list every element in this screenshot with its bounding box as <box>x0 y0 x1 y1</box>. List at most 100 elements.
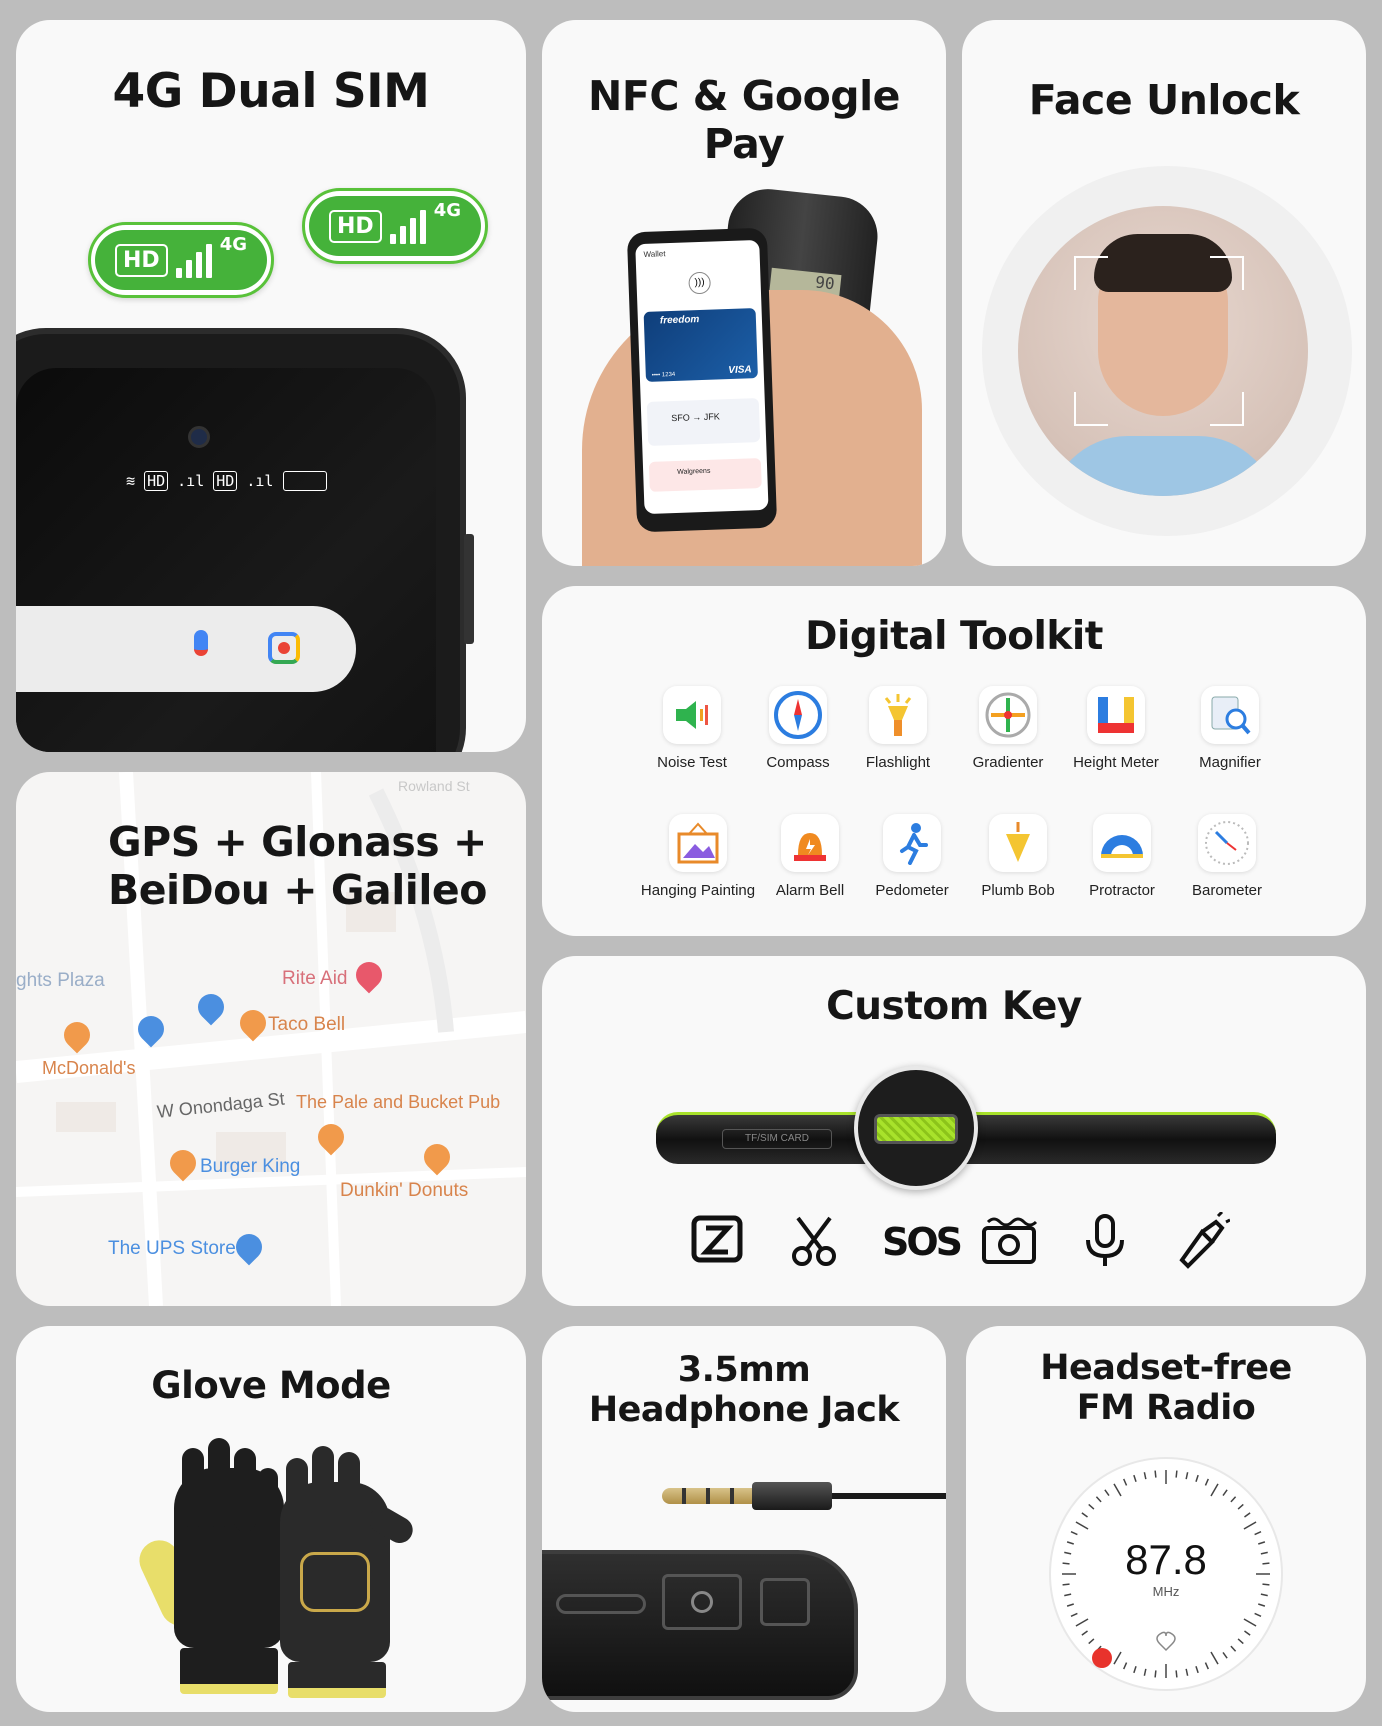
glove-title: Glove Mode <box>151 1364 391 1407</box>
card-headphone-jack: 3.5mm Headphone Jack <box>542 1326 946 1712</box>
dial-tick <box>1175 1470 1178 1478</box>
dial-tick <box>1154 1670 1157 1678</box>
map-label-taco-bell: Taco Bell <box>268 1014 346 1035</box>
map-label-heights: ghts Plaza <box>16 970 105 991</box>
toolkit-title: Digital Toolkit <box>805 614 1103 659</box>
face-photo <box>1018 206 1308 496</box>
side-button <box>464 534 474 644</box>
map-label-rowland: Rowland St <box>398 778 470 794</box>
custom-key-button[interactable] <box>874 1114 958 1144</box>
phone-bottom-image <box>542 1550 858 1700</box>
jack-title-line2: Headphone Jack <box>588 1390 900 1430</box>
camera-icon <box>980 1212 1040 1272</box>
jack-title-line1: 3.5mm <box>677 1350 811 1390</box>
radio-unit: MHz <box>1152 1584 1180 1599</box>
card-gps: GPS + Glonass + BeiDou + Galileo Rowland… <box>16 772 526 1306</box>
tool-label: Plumb Bob <box>981 882 1055 899</box>
glove-left-image <box>132 1438 290 1698</box>
tool-barometer[interactable]: Barometer <box>1167 814 1287 899</box>
tool-protractor[interactable]: Protractor <box>1062 814 1182 899</box>
flashlight-icon <box>1172 1210 1232 1272</box>
wallet-app-label: Wallet <box>643 249 666 259</box>
tool-label: Barometer <box>1191 882 1263 899</box>
card-nfc: NFC & Google Pay 90 Wallet ))) freedom •… <box>542 20 946 566</box>
z-app-icon <box>690 1212 750 1272</box>
tool-magnifier[interactable]: Magnifier <box>1170 686 1290 771</box>
plumb-icon <box>989 814 1047 872</box>
magnifier-icon <box>1201 686 1259 744</box>
speaker-icon <box>663 686 721 744</box>
level-icon <box>979 686 1037 744</box>
front-camera-icon <box>188 426 210 448</box>
card-face-unlock: Face Unlock <box>962 20 1366 566</box>
dual-sim-title: 4G Dual SIM <box>112 64 430 119</box>
store-name: Walgreens <box>677 467 711 476</box>
tool-label: Gradienter <box>972 754 1044 771</box>
tool-label: Magnifier <box>1199 754 1261 771</box>
tool-flashlight[interactable]: Flashlight <box>838 686 958 771</box>
gps-title-line2: BeiDou + Galileo <box>108 866 487 914</box>
headphone-jack-port <box>662 1574 742 1630</box>
tool-label: Pedometer <box>875 882 949 899</box>
usb-port <box>760 1578 810 1626</box>
map-label-pale: The Pale and Bucket Pub <box>296 1092 501 1112</box>
microphone-icon[interactable] <box>194 630 208 656</box>
tool-pedometer[interactable]: Pedometer <box>852 814 972 899</box>
custom-key-zoom <box>854 1066 978 1190</box>
walker-icon <box>883 814 941 872</box>
face-shirt <box>1048 436 1278 496</box>
tool-plumb-bob[interactable]: Plumb Bob <box>958 814 1078 899</box>
speaker-grille <box>556 1594 646 1614</box>
card-digital-toolkit: Digital Toolkit Noise Test Compass Flash… <box>542 586 1366 936</box>
scan-frame <box>1074 256 1244 426</box>
picture-icon <box>669 814 727 872</box>
status-bar: ≋ HD .ıl HD .ıl <box>126 471 327 491</box>
network-label: 4G <box>219 234 247 255</box>
phone-device-image: ≋ HD .ıl HD .ıl <box>16 328 474 752</box>
phone-image: Wallet ))) freedom •••• 1234 VISA SFO → … <box>626 227 778 533</box>
nfc-title: NFC & Google Pay <box>588 72 900 168</box>
tool-height-meter[interactable]: Height Meter <box>1056 686 1176 771</box>
microphone-icon <box>1076 1212 1136 1272</box>
gps-title-line1: GPS + Glonass + <box>108 818 487 866</box>
gauge-icon <box>1198 814 1256 872</box>
card-brand: freedom <box>659 314 700 327</box>
search-bar[interactable] <box>16 606 356 692</box>
payment-card[interactable]: freedom •••• 1234 VISA <box>643 308 758 382</box>
sim-slot: TF/SIM CARD <box>722 1129 832 1149</box>
headphone-jack-icon <box>691 1591 713 1613</box>
hd-badge: HD <box>115 243 168 277</box>
radio-title-line2: FM Radio <box>1076 1388 1256 1428</box>
ruler-icon <box>1087 686 1145 744</box>
flight-route: SFO → JFK <box>671 411 720 424</box>
store-pass[interactable]: Walgreens <box>648 457 762 492</box>
card-glove-mode: Glove Mode <box>16 1326 526 1712</box>
signal-icon-2: .ıl <box>246 472 274 490</box>
map-label-dunkin: Dunkin' Donuts <box>340 1180 469 1201</box>
phone-screen: ≋ HD .ıl HD .ıl <box>16 368 436 752</box>
compass-icon <box>769 686 827 744</box>
card-fm-radio: Headset-free FM Radio 87.8 MHz <box>966 1326 1366 1712</box>
hd-status-badge: HD <box>144 471 169 491</box>
card-network: VISA <box>728 364 752 377</box>
signal-bars-icon <box>389 208 426 244</box>
tool-hanging-painting[interactable]: Hanging Painting <box>638 814 758 899</box>
tool-label: Height Meter <box>1073 754 1159 771</box>
tool-gradienter[interactable]: Gradienter <box>948 686 1068 771</box>
map-label-rite-aid: Rite Aid <box>282 968 348 989</box>
hd-status-badge-2: HD <box>213 471 238 491</box>
custom-key-title: Custom Key <box>826 984 1082 1029</box>
tool-label: Noise Test <box>657 754 727 771</box>
network-label: 4G <box>433 200 461 221</box>
card-number: •••• 1234 <box>651 371 676 379</box>
map-label-mcdonalds: McDonald's <box>42 1058 136 1078</box>
signal-bars-icon <box>175 242 212 278</box>
tool-label: Protractor <box>1089 882 1155 899</box>
card-dual-sim: 4G Dual SIM HD 4G HD 4G ≋ HD .ıl HD .ıl <box>16 20 526 752</box>
lens-icon[interactable] <box>268 632 300 664</box>
tool-noise-test[interactable]: Noise Test <box>632 686 752 771</box>
battery-icon <box>282 471 327 491</box>
wallet-screen: Wallet ))) freedom •••• 1234 VISA SFO → … <box>635 239 769 515</box>
card-custom-key: Custom Key TF/SIM CARD SOS <box>542 956 1366 1306</box>
flight-pass[interactable]: SFO → JFK <box>646 398 761 446</box>
